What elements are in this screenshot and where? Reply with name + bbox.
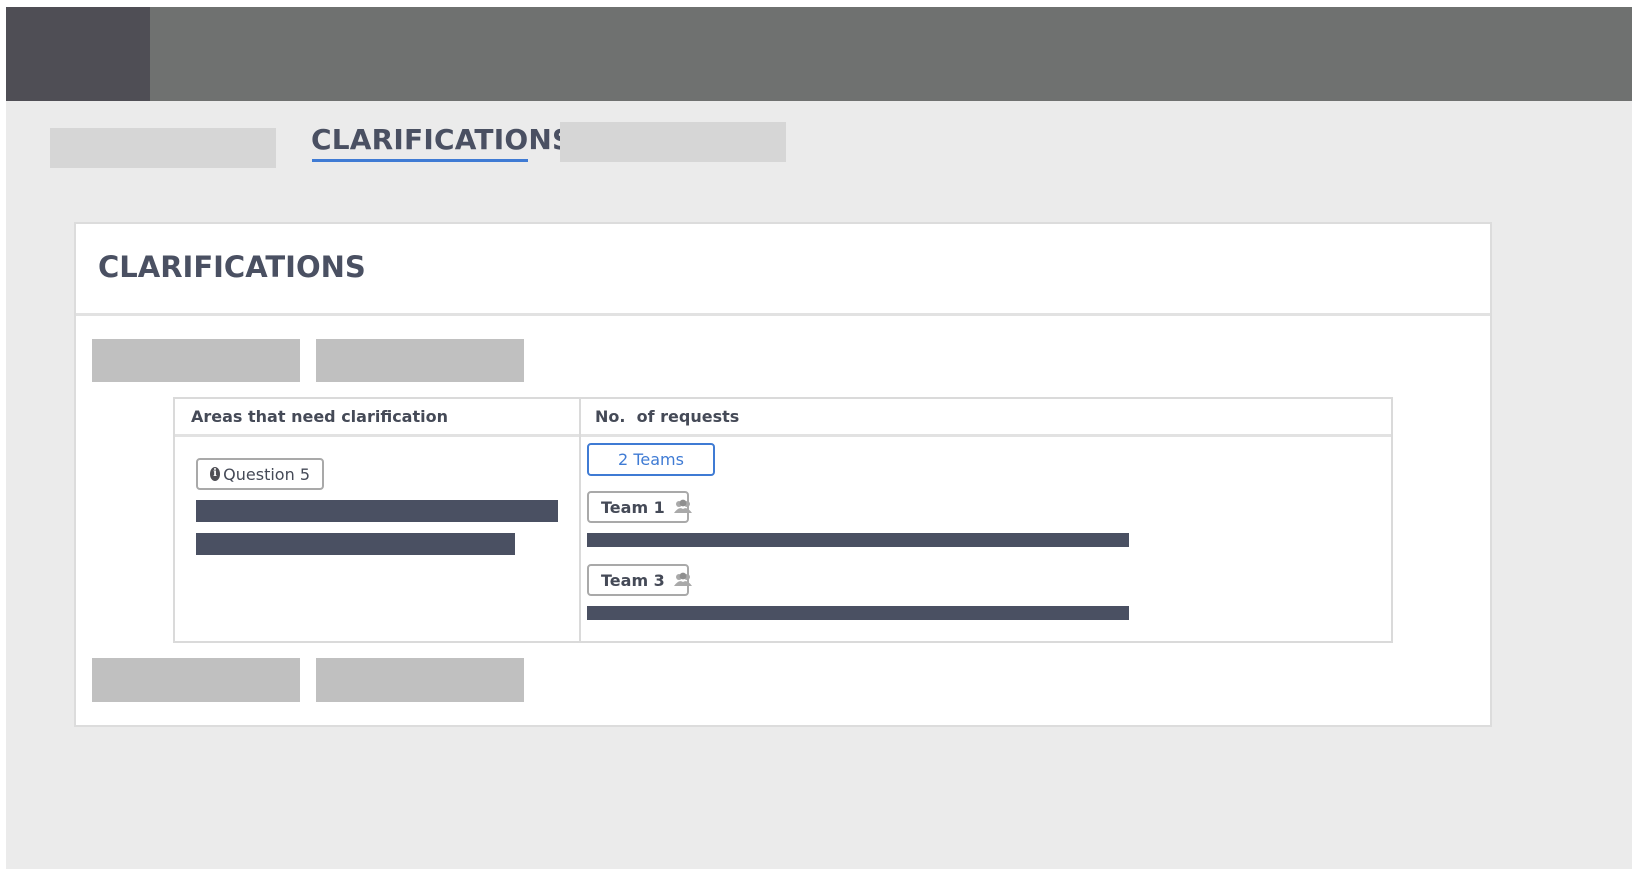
team-name-1: Team 1: [601, 497, 665, 517]
clarifications-table: Areas that need clarification No. of req…: [173, 397, 1393, 643]
panel-title: CLARIFICATIONS: [98, 250, 366, 284]
table-header-requests: No. of requests: [595, 407, 740, 426]
redacted-team-1-line: [587, 533, 1129, 547]
action-button-placeholder-3[interactable]: [92, 658, 300, 702]
nav-tab-clarifications[interactable]: CLARIFICATIONS: [311, 121, 572, 161]
redacted-team-3-line: [587, 606, 1129, 620]
logo-block: [6, 7, 150, 101]
nav-tab-active-underline: [312, 159, 528, 162]
teams-count-button[interactable]: 2 Teams: [587, 443, 715, 476]
group-icon: [673, 499, 692, 515]
group-icon: [673, 572, 692, 588]
redacted-text-line-2: [196, 533, 515, 555]
info-circle-icon: i: [210, 467, 221, 481]
clarifications-panel: CLARIFICATIONS Areas that need clarifica…: [74, 222, 1492, 727]
nav-tab-placeholder-left[interactable]: [50, 128, 276, 168]
question-chip[interactable]: i Question 5: [196, 458, 324, 490]
action-button-placeholder-4[interactable]: [316, 658, 524, 702]
column-divider: [579, 399, 581, 641]
team-chip-3[interactable]: Team 3: [587, 564, 692, 596]
team-name-3: Team 3: [601, 570, 665, 590]
action-button-placeholder-2[interactable]: [316, 339, 524, 382]
redacted-text-line-1: [196, 500, 558, 522]
team-chip-1[interactable]: Team 1: [587, 491, 692, 523]
app-window: CLARIFICATIONS CLARIFICATIONS Areas that…: [6, 7, 1632, 869]
question-label: Question 5: [223, 464, 310, 484]
nav-tab-placeholder-right[interactable]: [560, 122, 786, 162]
top-bar: [6, 7, 1632, 101]
action-button-placeholder-1[interactable]: [92, 339, 300, 382]
table-header-areas: Areas that need clarification: [191, 407, 448, 426]
table-header: Areas that need clarification No. of req…: [175, 399, 1391, 437]
panel-header: CLARIFICATIONS: [76, 224, 1490, 316]
